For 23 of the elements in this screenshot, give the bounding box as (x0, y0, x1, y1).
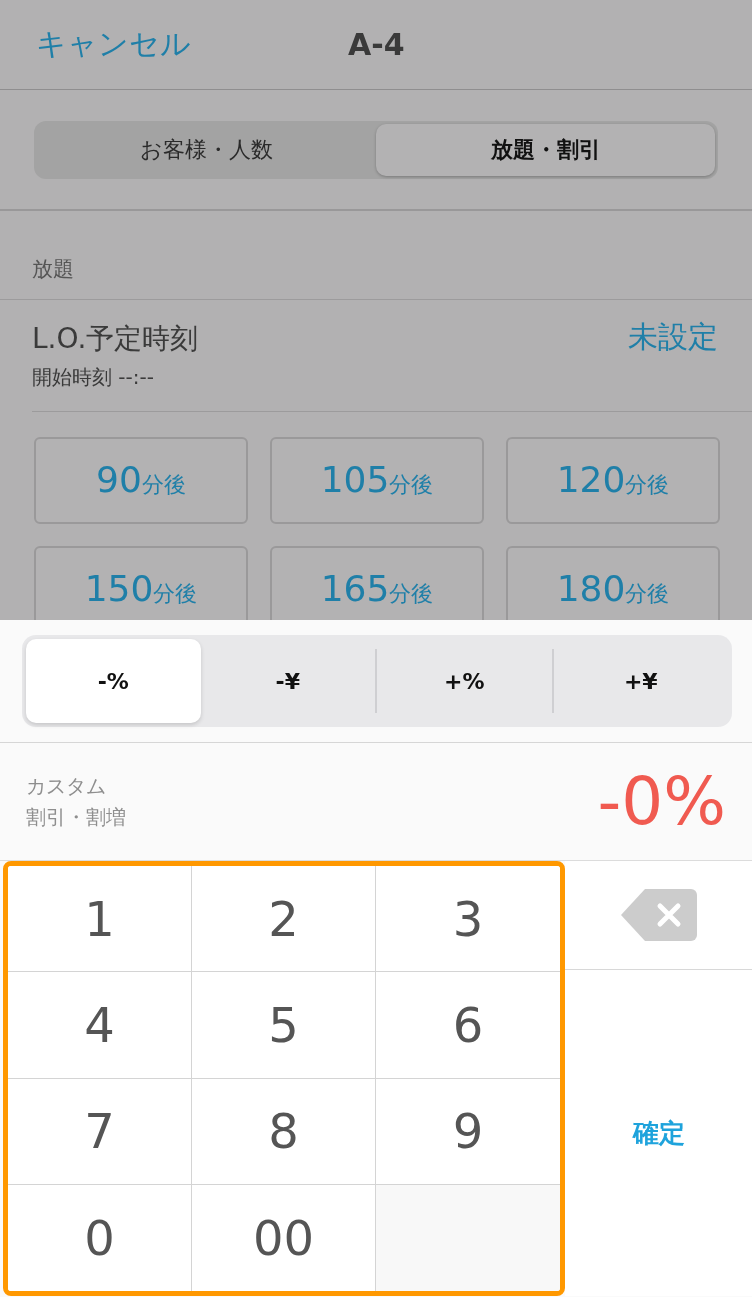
delete-key[interactable] (565, 861, 752, 970)
number-key[interactable]: 2 (192, 866, 376, 973)
number-key[interactable]: 1 (8, 866, 192, 973)
window-title: A-4 (348, 27, 405, 62)
custom-title: カスタム (26, 772, 107, 800)
discount-type-tab[interactable]: +¥ (551, 649, 728, 713)
row-subtitle: 開始時刻 --:-- (32, 364, 155, 391)
section-header: 放題 (32, 256, 74, 283)
backspace-icon (620, 889, 697, 941)
custom-subtitle: 割引・割増 (26, 803, 126, 831)
tab[interactable]: お客様・人数 (37, 123, 376, 176)
number-key[interactable]: 7 (8, 1078, 192, 1185)
discount-type-tab[interactable]: -% (26, 639, 201, 723)
tab[interactable]: 放題・割引 (376, 123, 715, 176)
number-key[interactable]: 4 (8, 972, 192, 1079)
discount-type-tab[interactable]: -¥ (200, 639, 375, 723)
number-key[interactable]: 8 (192, 1078, 376, 1185)
row-title: L.O.予定時刻 (32, 321, 199, 357)
number-key[interactable]: 3 (376, 866, 560, 973)
discount-value: -0% (597, 763, 726, 840)
discount-type-tab[interactable]: +% (375, 649, 552, 713)
number-key[interactable]: 0 (8, 1184, 192, 1291)
number-key[interactable]: 5 (192, 972, 376, 1079)
